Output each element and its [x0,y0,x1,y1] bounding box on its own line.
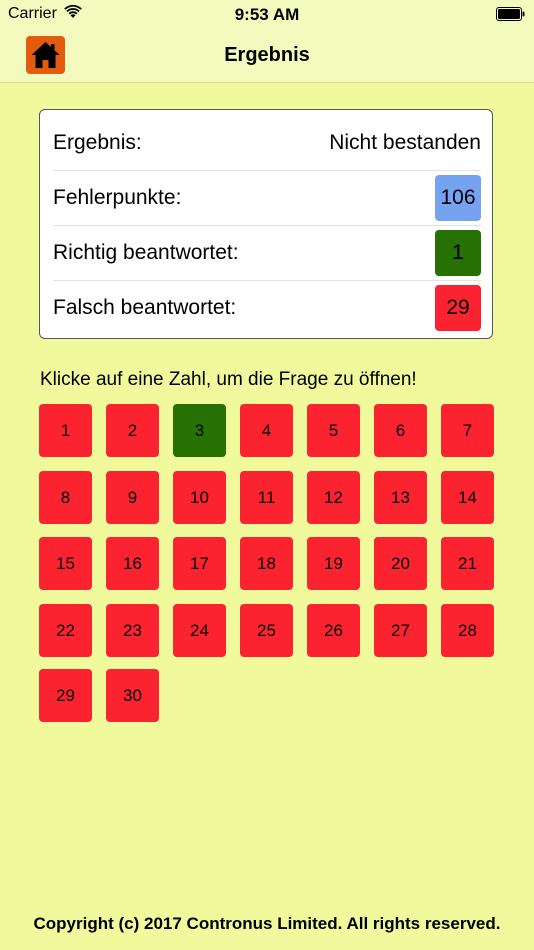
question-button-14[interactable]: 14 [441,471,494,524]
result-card: Ergebnis: Nicht bestanden Fehlerpunkte: … [39,109,493,339]
fehlerpunkte-label: Fehlerpunkte: [53,185,182,209]
question-button-28[interactable]: 28 [441,604,494,657]
question-button-7[interactable]: 7 [441,404,494,457]
question-button-21[interactable]: 21 [441,537,494,590]
result-row-falsch: Falsch beantwortet: 29 [53,280,481,335]
question-button-17[interactable]: 17 [173,537,226,590]
question-button-26[interactable]: 26 [307,604,360,657]
page-title: Ergebnis [224,44,310,66]
result-row-fehlerpunkte: Fehlerpunkte: 106 [53,170,481,226]
question-button-11[interactable]: 11 [240,471,293,524]
richtig-badge: 1 [435,229,481,276]
result-row-richtig: Richtig beantwortet: 1 [53,225,481,281]
question-button-22[interactable]: 22 [39,604,92,657]
navigation-bar: Ergebnis [0,30,534,83]
question-button-30[interactable]: 30 [106,669,159,722]
question-button-25[interactable]: 25 [240,604,293,657]
question-button-4[interactable]: 4 [240,404,293,457]
question-button-15[interactable]: 15 [39,537,92,590]
question-button-6[interactable]: 6 [374,404,427,457]
question-button-2[interactable]: 2 [106,404,159,457]
question-button-16[interactable]: 16 [106,537,159,590]
question-button-27[interactable]: 27 [374,604,427,657]
question-button-20[interactable]: 20 [374,537,427,590]
question-button-8[interactable]: 8 [39,471,92,524]
result-row-ergebnis: Ergebnis: Nicht bestanden [53,115,481,171]
question-button-18[interactable]: 18 [240,537,293,590]
question-button-12[interactable]: 12 [307,471,360,524]
question-button-5[interactable]: 5 [307,404,360,457]
fehlerpunkte-badge: 106 [435,174,481,221]
status-bar: Carrier 9:53 AM [0,0,534,30]
richtig-label: Richtig beantwortet: [53,240,239,264]
question-button-10[interactable]: 10 [173,471,226,524]
result-label: Ergebnis: [53,130,142,154]
falsch-label: Falsch beantwortet: [53,295,237,319]
falsch-badge: 29 [435,284,481,331]
question-button-13[interactable]: 13 [374,471,427,524]
question-button-9[interactable]: 9 [106,471,159,524]
battery-icon [496,7,525,21]
copyright-footer: Copyright (c) 2017 Contronus Limited. Al… [33,914,501,933]
question-button-23[interactable]: 23 [106,604,159,657]
question-button-19[interactable]: 19 [307,537,360,590]
question-button-1[interactable]: 1 [39,404,92,457]
question-button-24[interactable]: 24 [173,604,226,657]
status-time: 9:53 AM [234,5,300,24]
question-button-3[interactable]: 3 [173,404,226,457]
question-button-29[interactable]: 29 [39,669,92,722]
instruction-text: Klicke auf eine Zahl, um die Frage zu öf… [40,369,417,390]
result-value: Nicht bestanden [329,130,481,154]
question-grid: 1 2 3 4 5 6 7 8 9 10 11 12 13 14 15 16 1… [39,404,495,724]
